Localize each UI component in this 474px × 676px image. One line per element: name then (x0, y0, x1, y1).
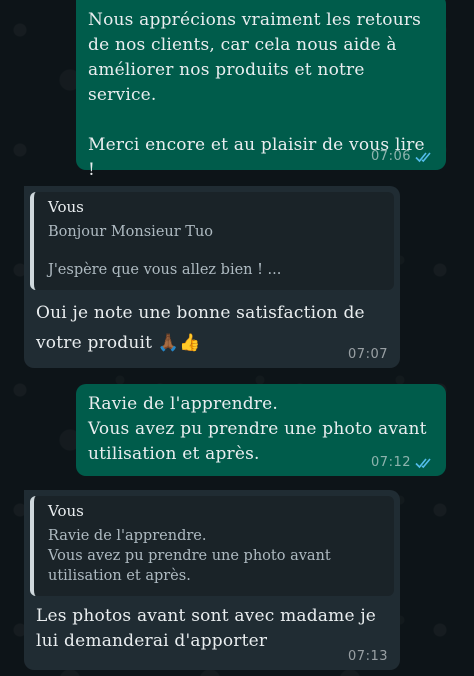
message-time: 07:07 (348, 347, 388, 362)
quote-text-line: Bonjour Monsieur Tuo (48, 224, 214, 240)
quote-text-line: J'espère que vous allez bien ! ... (48, 262, 282, 278)
quoted-message[interactable]: Vous Bonjour Monsieur Tuo J'espère que v… (30, 192, 394, 290)
message-meta: 07:07 (348, 347, 388, 362)
quoted-message[interactable]: Vous Ravie de l'apprendre. Vous avez pu … (30, 496, 394, 596)
incoming-message[interactable]: Vous Bonjour Monsieur Tuo J'espère que v… (24, 186, 400, 368)
quote-author: Vous (48, 198, 84, 216)
message-time: 07:06 (371, 149, 411, 164)
message-time: 07:13 (348, 649, 388, 664)
outgoing-message[interactable]: Ravie de l'apprendre. Vous avez pu prend… (76, 384, 446, 476)
read-receipt-icon (415, 457, 434, 469)
outgoing-message[interactable]: Nous apprécions vraiment les retours de … (76, 0, 446, 180)
quote-author: Vous (48, 502, 84, 520)
quote-text: Ravie de l'apprendre. Vous avez pu prend… (48, 528, 331, 584)
message-meta: 07:06 (371, 149, 434, 164)
message-meta: 07:12 (371, 455, 434, 470)
message-text: Oui je note une bonne satisfaction de vo… (36, 303, 365, 353)
incoming-message[interactable]: Vous Ravie de l'apprendre. Vous avez pu … (24, 490, 400, 670)
message-meta: 07:13 (348, 649, 388, 664)
message-time: 07:12 (371, 455, 411, 470)
message-text: Les photos avant sont avec madame je lui… (36, 606, 377, 651)
read-receipt-icon (415, 151, 434, 163)
